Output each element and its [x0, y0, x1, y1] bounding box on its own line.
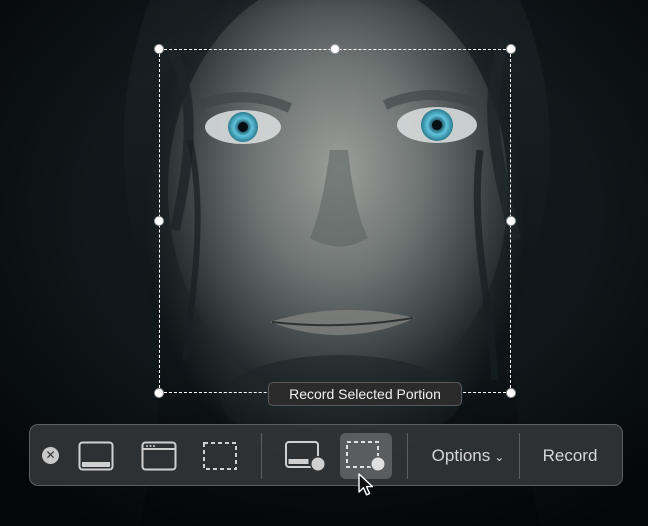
tooltip: Record Selected Portion	[268, 382, 462, 406]
record-label: Record	[542, 446, 598, 465]
resize-handle-left[interactable]	[154, 216, 164, 226]
record-entire-screen-button[interactable]	[280, 433, 332, 479]
resize-handle-top-right[interactable]	[506, 44, 516, 54]
toolbar-divider	[407, 433, 408, 479]
resize-handle-top-left[interactable]	[154, 44, 164, 54]
toolbar-divider	[519, 433, 520, 479]
capture-selected-portion-button[interactable]	[194, 433, 246, 479]
resize-handle-bottom-left[interactable]	[154, 388, 164, 398]
options-label: Options	[431, 446, 491, 465]
capture-entire-screen-button[interactable]	[70, 433, 122, 479]
resize-handle-top[interactable]	[330, 44, 340, 54]
selection-rectangle[interactable]	[159, 49, 511, 393]
close-button[interactable]: ✕	[42, 447, 59, 464]
screenshot-toolbar: ✕ Options ⌄ Record	[29, 424, 623, 486]
selection-icon	[203, 442, 237, 470]
capture-selected-window-button[interactable]	[133, 433, 185, 479]
window-icon	[141, 441, 177, 471]
record-screen-icon	[285, 441, 326, 472]
resize-handle-right[interactable]	[506, 216, 516, 226]
options-button[interactable]: Options ⌄	[420, 433, 516, 479]
resize-handle-bottom-right[interactable]	[506, 388, 516, 398]
screen-icon	[78, 441, 114, 471]
toolbar-divider	[261, 433, 262, 479]
close-icon: ✕	[45, 448, 56, 462]
mouse-pointer-icon	[358, 473, 374, 496]
record-button[interactable]: Record	[525, 433, 615, 479]
record-selection-icon	[346, 441, 386, 472]
chevron-down-icon: ⌄	[494, 450, 505, 464]
